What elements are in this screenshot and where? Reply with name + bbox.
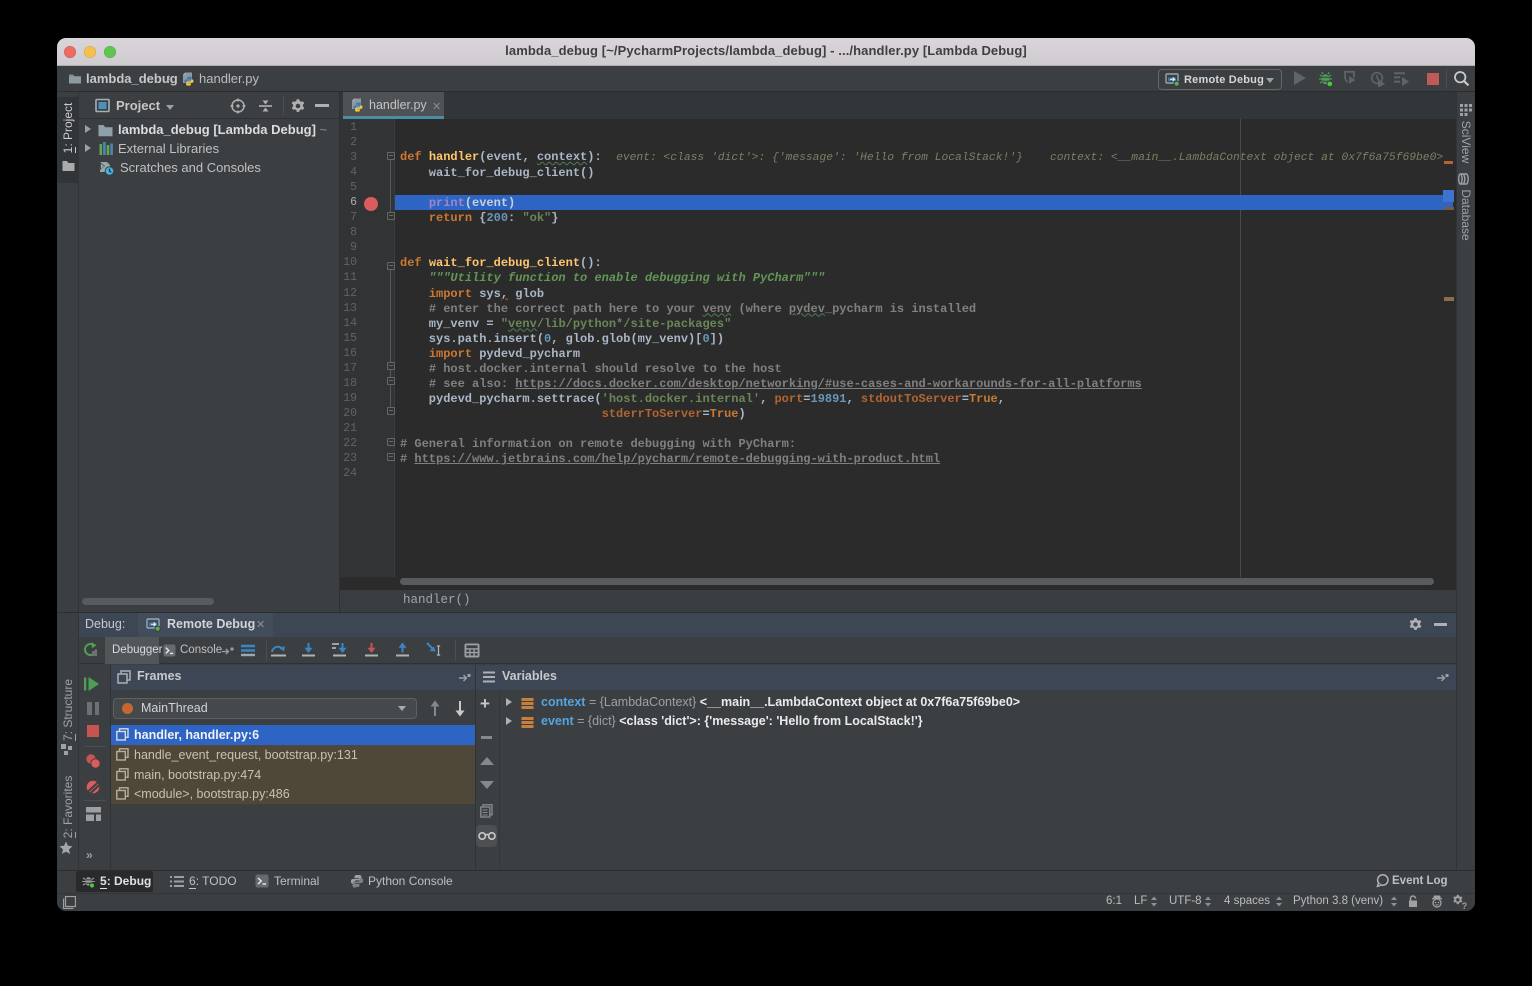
svg-text:?: ? [1462,901,1467,910]
